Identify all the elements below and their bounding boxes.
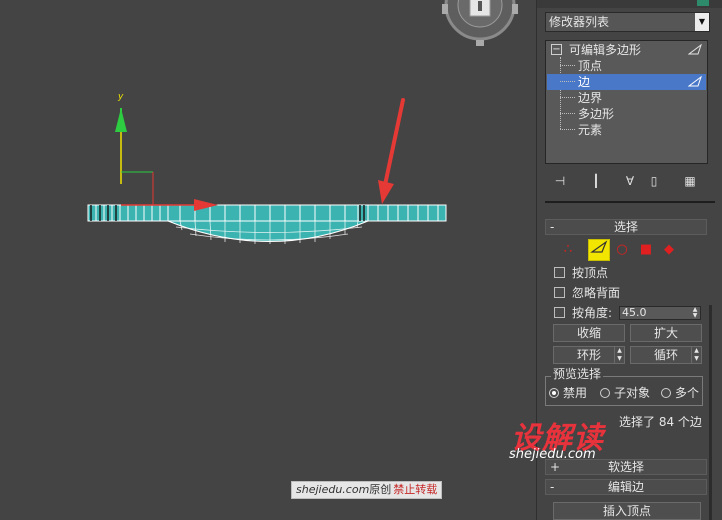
rollout-collapse-sign: - — [550, 220, 555, 234]
stack-item-element[interactable]: 元素 — [547, 122, 706, 138]
vertex-mode-icon[interactable]: ∴ — [557, 239, 579, 261]
radio-button[interactable] — [661, 388, 671, 398]
radio-button[interactable] — [549, 388, 559, 398]
tree-branch — [560, 113, 575, 114]
object-color-swatch[interactable] — [697, 0, 709, 6]
ring-label: 环形 — [576, 348, 601, 362]
checkbox-box[interactable] — [554, 287, 565, 298]
stack-item-label: 元素 — [578, 123, 603, 137]
watermark-yuan: 原创 — [369, 483, 392, 496]
collapse-icon[interactable]: − — [551, 44, 562, 55]
spinner-arrows-icon[interactable]: ▲ ▼ — [690, 307, 700, 319]
radio-label: 子对象 — [614, 386, 651, 400]
watermark-site: shejiedu.com — [296, 483, 370, 496]
stack-item-label: 多边形 — [578, 107, 615, 121]
watermark-forbid: 禁止转载 — [393, 483, 438, 496]
show-end-result-icon[interactable]: ┃ — [587, 172, 605, 190]
stack-item-polygon[interactable]: 多边形 — [547, 106, 706, 122]
shrink-button[interactable]: 收缩 — [553, 324, 625, 342]
angle-value: 45.0 — [622, 306, 647, 319]
rollout-title: 选择 — [613, 220, 638, 234]
modifier-stack[interactable]: − 可编辑多边形 顶点 边 边界 多边形 元素 — [545, 40, 708, 164]
checkbox-box[interactable] — [554, 267, 565, 278]
panel-top-strip — [537, 0, 722, 8]
checkbox-box[interactable] — [554, 307, 565, 318]
edge-triangle-icon — [688, 76, 702, 87]
subobject-buttons: ∴ ○ ■ ◆ — [557, 239, 697, 261]
rollout-title: 编辑边 — [607, 480, 644, 494]
insert-vertex-label: 插入顶点 — [602, 504, 651, 518]
panel-scrollbar[interactable] — [709, 305, 712, 520]
pin-stack-icon[interactable]: ⊣ — [551, 172, 569, 190]
mesh-strip[interactable] — [87, 204, 447, 222]
remove-modifier-icon[interactable]: ▯ — [645, 172, 663, 190]
viewcube[interactable] — [442, 0, 518, 46]
axis-y-label: y — [117, 92, 124, 102]
insert-vertex-button[interactable]: 插入顶点 — [553, 502, 701, 520]
grow-button[interactable]: 扩大 — [630, 324, 702, 342]
element-mode-icon[interactable]: ◆ — [658, 239, 680, 261]
separator — [545, 201, 715, 203]
selection-status: 选择了 84 个边 — [619, 415, 702, 429]
loop-label: 循环 — [653, 348, 678, 362]
ring-button[interactable]: 环形 ▲ ▼ — [553, 346, 625, 364]
stack-item-border[interactable]: 边界 — [547, 90, 706, 106]
rollout-selection-header[interactable]: - 选择 — [545, 219, 707, 235]
rollout-soft-selection-header[interactable]: + 软选择 — [545, 459, 707, 475]
configure-modifier-sets-icon[interactable]: ▦ — [681, 172, 699, 190]
rollout-expand-sign: + — [550, 460, 561, 474]
transform-gizmo[interactable]: y — [115, 92, 218, 211]
stack-item-label: 边界 — [578, 91, 603, 105]
tree-branch — [560, 97, 575, 98]
tree-branch — [560, 129, 575, 130]
shrink-label: 收缩 — [576, 326, 601, 340]
loop-button[interactable]: 循环 ▲ ▼ — [630, 346, 702, 364]
viewport[interactable]: y shejiedu.com原创 禁止转载 — [0, 0, 536, 520]
chevron-down-icon[interactable]: ▼ — [695, 13, 709, 31]
radio-label: 多个 — [675, 386, 700, 400]
stack-item-editable-poly[interactable]: − 可编辑多边形 — [547, 42, 706, 58]
grow-label: 扩大 — [653, 326, 678, 340]
angle-spinner[interactable]: 45.0 ▲ ▼ — [619, 306, 701, 320]
by-angle-label: 按角度: — [572, 306, 613, 320]
preview-selection-title: 预览选择 — [551, 367, 604, 381]
annotation-arrow — [378, 98, 405, 204]
radio-label: 禁用 — [563, 386, 588, 400]
border-mode-icon[interactable]: ○ — [611, 239, 633, 261]
edge-triangle-icon — [688, 44, 702, 55]
mesh-dome[interactable] — [167, 220, 369, 244]
stack-toolbar: ⊣ ┃ ∀ ▯ ▦ — [545, 172, 710, 192]
tree-branch — [560, 65, 575, 66]
polygon-mode-icon[interactable]: ■ — [635, 239, 657, 261]
stack-item-edge[interactable]: 边 — [547, 74, 706, 90]
tree-branch — [560, 81, 575, 82]
stack-item-label: 可编辑多边形 — [569, 43, 642, 57]
rollout-title: 软选择 — [607, 460, 644, 474]
rollout-collapse-sign: - — [550, 480, 555, 494]
loop-spinner-icon[interactable]: ▲ ▼ — [691, 347, 701, 363]
modifier-list-dropdown[interactable]: 修改器列表 ▼ — [545, 12, 710, 32]
stack-item-vertex[interactable]: 顶点 — [547, 58, 706, 74]
ignore-backfacing-label: 忽略背面 — [572, 286, 621, 300]
stack-item-label: 顶点 — [578, 59, 603, 73]
make-unique-icon[interactable]: ∀ — [621, 172, 639, 190]
ring-spinner-icon[interactable]: ▲ ▼ — [614, 347, 624, 363]
by-vertex-label: 按顶点 — [572, 266, 609, 280]
command-panel: 修改器列表 ▼ − 可编辑多边形 顶点 边 边界 多边形 元素 ⊣ ┃ ∀ ▯ … — [509, 0, 722, 520]
rollout-edit-edges-header[interactable]: - 编辑边 — [545, 479, 707, 495]
stack-item-label: 边 — [578, 75, 591, 89]
edge-mode-icon[interactable] — [588, 239, 610, 261]
radio-button[interactable] — [600, 388, 610, 398]
modifier-list-label: 修改器列表 — [549, 15, 610, 29]
watermark-caption: shejiedu.com原创 禁止转载 — [291, 481, 443, 499]
